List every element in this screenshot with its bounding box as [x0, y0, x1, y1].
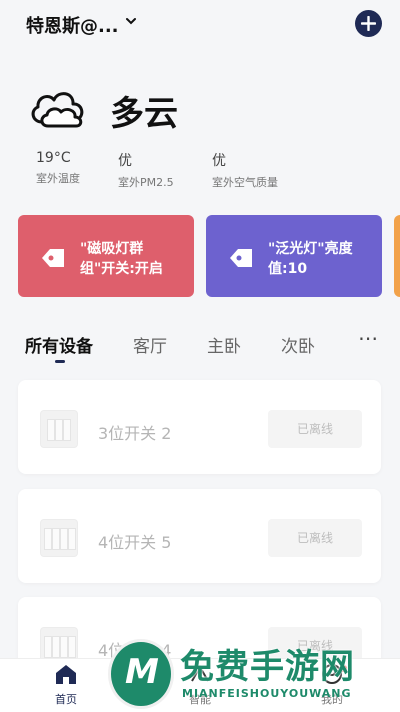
active-tab-indicator: [55, 360, 65, 363]
plus-icon: [361, 16, 376, 31]
tab-living-room[interactable]: 客厅: [133, 332, 167, 357]
nav-label: 首页: [55, 693, 77, 706]
device-status: 已离线: [268, 410, 362, 448]
metric-value: 优: [212, 153, 226, 169]
outdoor-temperature: 19°C 室外温度: [36, 150, 80, 186]
more-tabs-icon[interactable]: ⋯: [358, 326, 379, 350]
scene-text: "磁吸灯群 组"开关:开启: [80, 241, 163, 277]
tab-second-bedroom[interactable]: 次卧: [281, 332, 315, 357]
tab-all-devices[interactable]: 所有设备: [25, 332, 93, 357]
home-selector[interactable]: 特恩斯@...: [26, 12, 119, 38]
scene-card-floodlight[interactable]: "泛光灯"亮度 值:10: [206, 215, 382, 297]
metric-label: 室外温度: [36, 172, 80, 185]
weather-state: 多云: [110, 94, 178, 134]
scene-card-magnetic-light[interactable]: "磁吸灯群 组"开关:开启: [18, 215, 194, 297]
metric-value: 19°C: [36, 150, 71, 166]
chevron-down-icon[interactable]: [124, 14, 138, 28]
watermark-subtext: MIANFEISHOUYOUWANG: [182, 687, 352, 700]
switch-icon: [40, 519, 78, 557]
watermark: M 免费手游网 MIANFEISHOUYOUWANG: [100, 635, 400, 711]
metric-label: 室外PM2.5: [118, 176, 174, 189]
room-tabs: 所有设备 客厅 主卧 次卧 ⋯: [0, 326, 400, 363]
tag-icon: [230, 249, 252, 267]
watermark-logo: M: [108, 639, 174, 709]
cloud-icon: [31, 92, 84, 128]
outdoor-pm25: 优 室外PM2.5: [118, 150, 174, 190]
add-button[interactable]: [355, 10, 382, 37]
header: 特恩斯@...: [0, 0, 400, 46]
scene-text: "泛光灯"亮度 值:10: [268, 241, 353, 277]
home-icon: [56, 665, 76, 684]
watermark-text: 免费手游网: [180, 647, 355, 687]
switch-icon: [40, 410, 78, 448]
tab-master-bedroom[interactable]: 主卧: [207, 332, 241, 357]
device-card[interactable]: 3位开关 2 已离线: [18, 380, 381, 474]
metric-value: 优: [118, 153, 132, 169]
metric-label: 室外空气质量: [212, 176, 278, 189]
nav-home[interactable]: 首页: [36, 663, 96, 707]
device-status: 已离线: [268, 519, 362, 557]
device-card[interactable]: 4位开关 5 已离线: [18, 489, 381, 583]
tag-icon: [42, 249, 64, 267]
scene-card-next[interactable]: [394, 215, 400, 297]
device-name: 4位开关 5: [98, 533, 172, 552]
device-name: 3位开关 2: [98, 424, 172, 443]
outdoor-air-quality: 优 室外空气质量: [212, 150, 278, 190]
